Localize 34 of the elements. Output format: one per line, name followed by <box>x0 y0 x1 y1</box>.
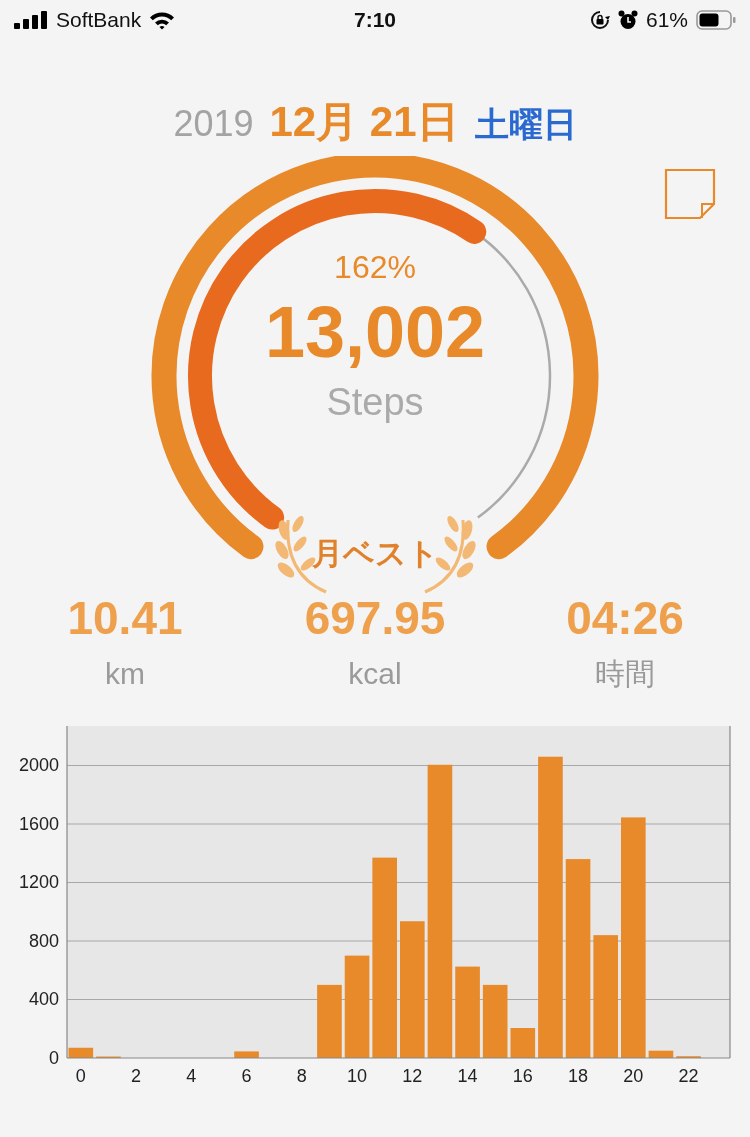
x-tick-label: 12 <box>402 1066 423 1086</box>
x-tick-label: 14 <box>457 1066 478 1086</box>
date-label: 12月 21日 <box>269 97 459 147</box>
monthly-best-label: 月ベスト <box>311 535 439 573</box>
x-tick-label: 20 <box>623 1066 644 1086</box>
y-tick-label: 1200 <box>18 872 59 893</box>
stat-unit: km <box>105 656 145 692</box>
x-tick-label: 22 <box>678 1066 699 1086</box>
y-tick-label: 2000 <box>18 755 59 776</box>
x-tick-label: 0 <box>75 1066 86 1086</box>
stat-unit: kcal <box>348 656 402 692</box>
x-tick-label: 16 <box>512 1066 533 1086</box>
stat-value: 10.41 <box>67 591 183 646</box>
clock-time: 7:10 <box>354 8 396 32</box>
stat-unit: 時間 <box>595 656 655 692</box>
step-count: 13,002 <box>264 291 486 374</box>
carrier-name: SoftBank <box>56 8 142 32</box>
battery-percent: 61% <box>645 8 688 32</box>
y-tick-label: 1600 <box>18 814 59 834</box>
steps-unit: Steps <box>326 380 424 424</box>
stat-value: 697.95 <box>304 591 446 646</box>
stat-value: 04:26 <box>566 591 684 646</box>
x-tick-label: 6 <box>241 1066 252 1086</box>
y-tick-label: 0 <box>49 1048 59 1068</box>
x-tick-label: 10 <box>347 1066 368 1086</box>
x-tick-label: 18 <box>568 1066 589 1086</box>
year-label: 2019 <box>173 103 254 145</box>
y-tick-label: 800 <box>28 931 59 951</box>
weekday-label: 土曜日 <box>474 104 577 145</box>
x-tick-label: 2 <box>131 1066 142 1086</box>
x-tick-label: 8 <box>296 1066 307 1086</box>
y-tick-label: 400 <box>28 989 59 1010</box>
goal-percent: 162% <box>334 248 416 286</box>
x-tick-label: 4 <box>186 1066 197 1086</box>
